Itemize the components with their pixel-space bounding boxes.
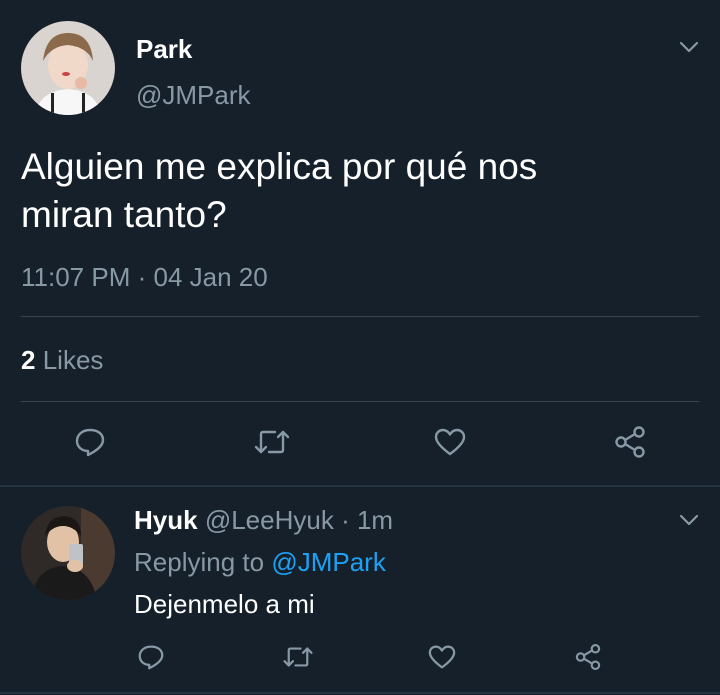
reply-chevron-down-icon[interactable] bbox=[672, 507, 706, 533]
divider bbox=[0, 692, 720, 694]
avatar[interactable] bbox=[21, 21, 115, 115]
replying-to-handle-link[interactable]: @JMPark bbox=[271, 547, 386, 577]
divider bbox=[21, 316, 699, 317]
share-icon[interactable] bbox=[610, 423, 650, 461]
like-icon[interactable] bbox=[430, 423, 470, 461]
reply-action-like-icon[interactable] bbox=[424, 640, 460, 674]
chevron-down-icon[interactable] bbox=[672, 34, 706, 60]
tweet-text: Alguien me explica por qué nos miran tan… bbox=[21, 143, 701, 239]
reply-action-reply-icon[interactable] bbox=[134, 640, 168, 674]
reply-text: Dejenmelo a mi bbox=[134, 589, 315, 619]
likes-number: 2 bbox=[21, 345, 36, 375]
reply-display-name[interactable]: Hyuk bbox=[134, 505, 198, 535]
reply-user-handle[interactable]: @LeeHyuk bbox=[205, 505, 334, 535]
retweet-icon[interactable] bbox=[250, 423, 294, 461]
reply-action-share-icon[interactable] bbox=[570, 640, 606, 674]
reply-header: Hyuk @LeeHyuk · 1m bbox=[134, 505, 393, 535]
reply-time-ago: · 1m bbox=[341, 505, 394, 535]
replying-to: Replying to @JMPark bbox=[134, 547, 386, 577]
replying-to-label: Replying to bbox=[134, 547, 265, 577]
user-handle[interactable]: @JMPark bbox=[136, 80, 251, 110]
display-name[interactable]: Park bbox=[136, 34, 192, 64]
likes-count[interactable]: 2 Likes bbox=[21, 344, 103, 376]
tweet-time: 11:07 PM bbox=[21, 262, 131, 292]
tweet-timestamp[interactable]: 11:07 PM · 04 Jan 20 bbox=[21, 261, 268, 293]
likes-label: Likes bbox=[42, 345, 104, 375]
tweet-date: 04 Jan 20 bbox=[153, 262, 268, 292]
tweet-text-line-1: Alguien me explica por qué nos bbox=[21, 146, 538, 187]
tweet-text-line-2: miran tanto? bbox=[21, 194, 227, 235]
timestamp-separator: · bbox=[137, 262, 147, 292]
reply-icon[interactable] bbox=[70, 423, 110, 461]
divider bbox=[21, 401, 699, 402]
reply-avatar[interactable] bbox=[21, 506, 115, 600]
divider bbox=[0, 485, 720, 487]
reply-action-retweet-icon[interactable] bbox=[278, 640, 318, 674]
